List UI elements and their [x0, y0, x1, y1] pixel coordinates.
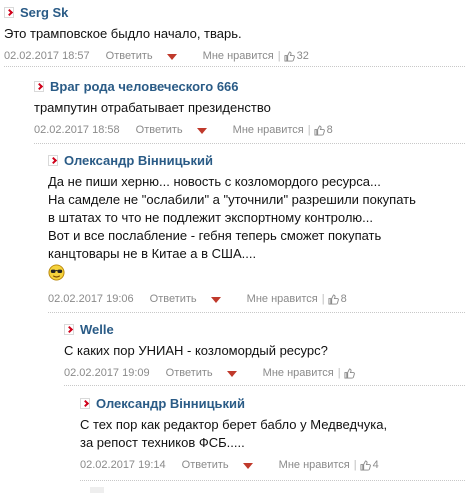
thumbs-up-icon[interactable] [314, 124, 325, 136]
separator: | [277, 50, 281, 62]
like-count: 32 [296, 50, 309, 62]
dropdown-caret-icon[interactable] [196, 128, 207, 134]
comment-text: С каких пор УНИАН - козломордый ресурс? [64, 342, 465, 360]
reply-arrow-icon [34, 80, 44, 92]
comment-line: трампутин отрабатывает президенство [34, 100, 271, 115]
comment-line: На самделе не "ослабили" а "уточнили" ра… [48, 192, 416, 207]
like-count: 8 [340, 293, 347, 305]
comment-header: Олександр Вінницький [48, 150, 465, 170]
separator: | [321, 293, 325, 305]
divider [64, 385, 465, 386]
separator: | [307, 124, 311, 136]
reply-arrow-icon [48, 154, 58, 166]
comment-meta: 02.02.2017 19:09 Ответить Мне нравится | [64, 363, 465, 383]
separator: | [337, 367, 341, 379]
comment-author[interactable]: Welle [80, 322, 114, 337]
reply-arrow-icon [80, 397, 90, 409]
comment-author[interactable]: Serg Sk [20, 5, 68, 20]
like-count: 8 [326, 124, 333, 136]
comment-line: С каких пор УНИАН - козломордый ресурс? [64, 343, 328, 358]
comment-text: трампутин отрабатывает президенство [34, 99, 465, 117]
comment: Олександр Вінницький С тех пор как редак… [80, 393, 465, 475]
comment: Враг рода человеческого 666 трампутин от… [34, 76, 465, 140]
comment-author[interactable]: Олександр Вінницький [96, 396, 245, 411]
comment-header: Олександр Вінницький [80, 393, 465, 413]
like-button[interactable]: Мне нравится [203, 50, 274, 62]
dropdown-caret-icon[interactable] [242, 463, 253, 469]
reply-button[interactable]: Ответить [106, 50, 153, 62]
comment-meta: 02.02.2017 19:06 Ответить Мне нравится |… [48, 289, 465, 309]
comment-line: за репост техников ФСБ..... [80, 435, 245, 450]
comment-header: Враг рода человеческого 666 [34, 76, 465, 96]
comment-line: Да не пиши херню... новость с козломордо… [48, 174, 381, 189]
like-button[interactable]: Мне нравится [247, 293, 318, 305]
comment: Олександр Вінницький Да не пиши херню...… [48, 150, 465, 309]
smiley-sunglasses-icon [48, 264, 65, 281]
thumbs-up-icon[interactable] [360, 459, 371, 471]
comment-line: С тех пор как редактор берет бабло у Мед… [80, 417, 388, 432]
divider [80, 480, 465, 481]
comment-date: 02.02.2017 18:57 [4, 50, 90, 62]
divider [34, 143, 465, 144]
next-comment-edge [90, 487, 104, 493]
comment-author[interactable]: Олександр Вінницький [64, 153, 213, 168]
comment-meta: 02.02.2017 18:58 Ответить Мне нравится |… [34, 120, 465, 140]
comment-date: 02.02.2017 19:14 [80, 459, 166, 471]
reply-button[interactable]: Ответить [136, 124, 183, 136]
reply-arrow-icon [64, 323, 74, 335]
thumbs-up-icon[interactable] [328, 293, 339, 305]
comment-line: канцтовары не в Китае а в США.... [48, 246, 257, 261]
dropdown-caret-icon[interactable] [166, 54, 177, 60]
comment-text: С тех пор как редактор берет бабло у Мед… [80, 416, 465, 452]
divider [48, 312, 465, 313]
like-count: 4 [372, 459, 379, 471]
reply-arrow-icon [4, 6, 14, 18]
comment-date: 02.02.2017 18:58 [34, 124, 120, 136]
separator: | [353, 459, 357, 471]
reply-button[interactable]: Ответить [150, 293, 197, 305]
comment: Serg Sk Это трамповское быдло начало, тв… [4, 2, 465, 66]
comment-text: Да не пиши херню... новость с козломордо… [48, 173, 465, 286]
comment-line: в штатах то что не подлежит экспортному … [48, 210, 373, 225]
comment-header: Welle [64, 319, 465, 339]
comment-author[interactable]: Враг рода человеческого 666 [50, 79, 239, 94]
comment-meta: 02.02.2017 18:57 Ответить Мне нравится |… [4, 46, 465, 66]
divider [4, 66, 465, 67]
reply-button[interactable]: Ответить [166, 367, 213, 379]
like-button[interactable]: Мне нравится [279, 459, 350, 471]
comment-date: 02.02.2017 19:09 [64, 367, 150, 379]
dropdown-caret-icon[interactable] [210, 297, 221, 303]
like-button[interactable]: Мне нравится [233, 124, 304, 136]
comment-meta: 02.02.2017 19:14 Ответить Мне нравится |… [80, 455, 465, 475]
dropdown-caret-icon[interactable] [226, 371, 237, 377]
comment-header: Serg Sk [4, 2, 465, 22]
comment: Welle С каких пор УНИАН - козломордый ре… [64, 319, 465, 383]
like-button[interactable]: Мне нравится [263, 367, 334, 379]
reply-button[interactable]: Ответить [182, 459, 229, 471]
comment-date: 02.02.2017 19:06 [48, 293, 134, 305]
comment-text: Это трамповское быдло начало, тварь. [4, 25, 465, 43]
comment-line: Это трамповское быдло начало, тварь. [4, 26, 242, 41]
thumbs-up-icon[interactable] [344, 367, 355, 379]
thumbs-up-icon[interactable] [284, 50, 295, 62]
comment-line: Вот и все послабление - гебня теперь смо… [48, 228, 382, 243]
